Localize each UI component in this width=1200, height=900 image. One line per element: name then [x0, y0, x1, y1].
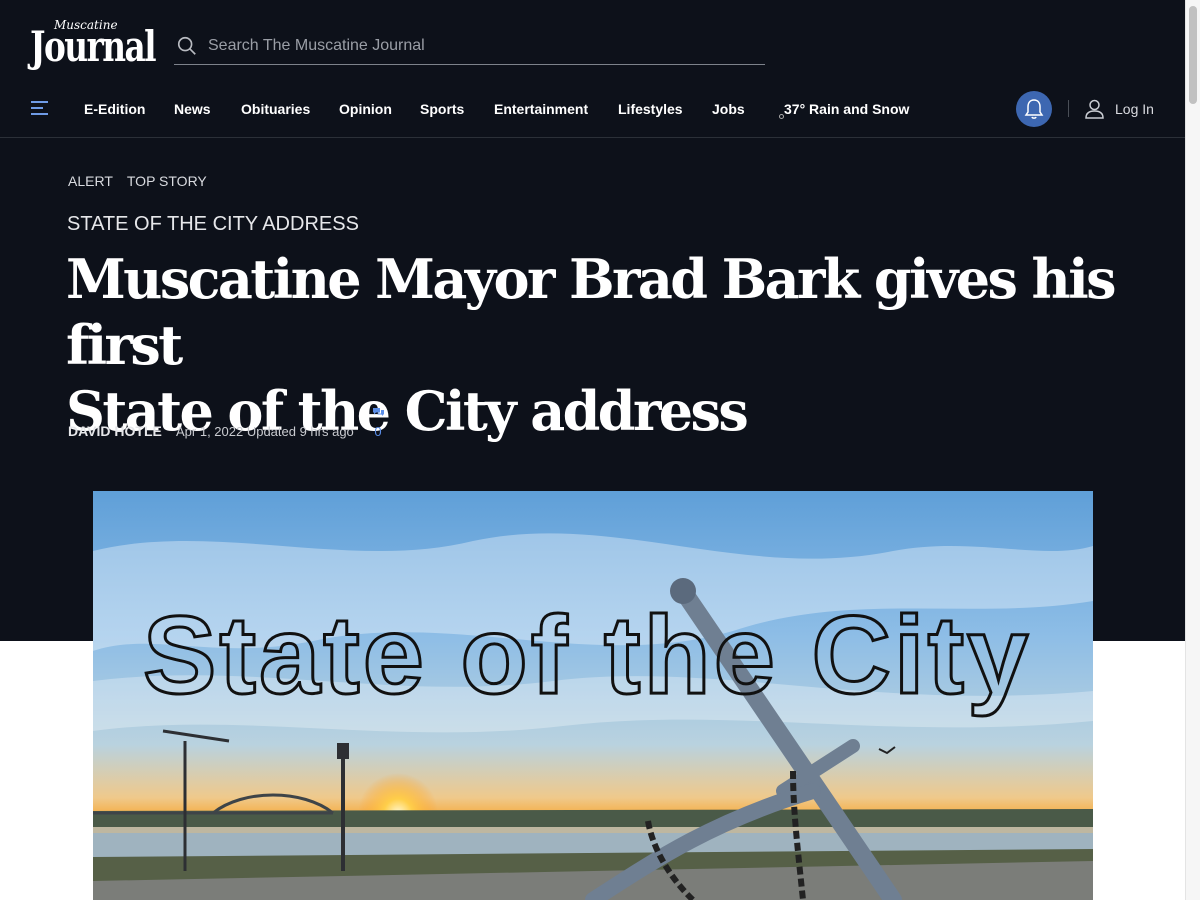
- nav-divider: [1068, 100, 1069, 117]
- comment-count: 0: [374, 424, 382, 439]
- login-label: Log In: [1115, 100, 1154, 117]
- user-icon: [1085, 99, 1104, 119]
- headline-line-1: Muscatine Mayor Brad Bark gives his firs…: [66, 247, 1117, 377]
- nav-item-lifestyles[interactable]: Lifestyles: [618, 101, 683, 117]
- nav-item-opinion[interactable]: Opinion: [339, 101, 392, 117]
- article-headline: Muscatine Mayor Brad Bark gives his firs…: [66, 246, 1126, 444]
- hero-image[interactable]: State of the City: [93, 491, 1093, 900]
- comments-link[interactable]: 0: [370, 404, 386, 439]
- nav-item-jobs[interactable]: Jobs: [712, 101, 745, 117]
- search-bar[interactable]: [174, 28, 765, 65]
- nav-item-e-edition[interactable]: E-Edition: [84, 101, 145, 117]
- hero-overlay-text: State of the City: [143, 594, 1031, 717]
- nav-item-entertainment[interactable]: Entertainment: [494, 101, 588, 117]
- author-link[interactable]: DAVID HOTLE: [68, 423, 162, 439]
- headline-line-2: State of the City address: [66, 379, 749, 443]
- comments-icon: [372, 408, 384, 416]
- main-nav: E-Edition News Obituaries Opinion Sports…: [0, 84, 1185, 138]
- weather-text: 37° Rain and Snow: [784, 101, 910, 117]
- scrollbar-thumb[interactable]: [1189, 6, 1197, 104]
- tag-alert[interactable]: ALERT: [68, 173, 113, 189]
- article-date: Apr 1, 2022 Updated 9 hrs ago: [176, 424, 354, 439]
- sunset-anchor-photo: State of the City: [93, 491, 1093, 900]
- weather-link[interactable]: 37° Rain and Snow: [779, 101, 909, 119]
- search-icon[interactable]: [176, 35, 198, 57]
- bell-icon: [1024, 99, 1044, 119]
- menu-icon[interactable]: [31, 100, 49, 116]
- login-button[interactable]: Log In: [1084, 98, 1154, 119]
- article-kicker[interactable]: STATE OF THE CITY ADDRESS: [67, 213, 359, 236]
- tag-top-story[interactable]: TOP STORY: [127, 173, 207, 189]
- site-logo[interactable]: Muscatine Journal: [30, 18, 157, 76]
- notifications-button[interactable]: [1016, 91, 1052, 127]
- nav-item-obituaries[interactable]: Obituaries: [241, 101, 310, 117]
- nav-item-sports[interactable]: Sports: [420, 101, 464, 117]
- page-scrollbar[interactable]: [1185, 0, 1200, 900]
- logo-text: Journal: [30, 22, 157, 71]
- nav-item-news[interactable]: News: [174, 101, 211, 117]
- search-input[interactable]: [208, 37, 748, 55]
- article-tags: ALERT TOP STORY: [68, 173, 207, 189]
